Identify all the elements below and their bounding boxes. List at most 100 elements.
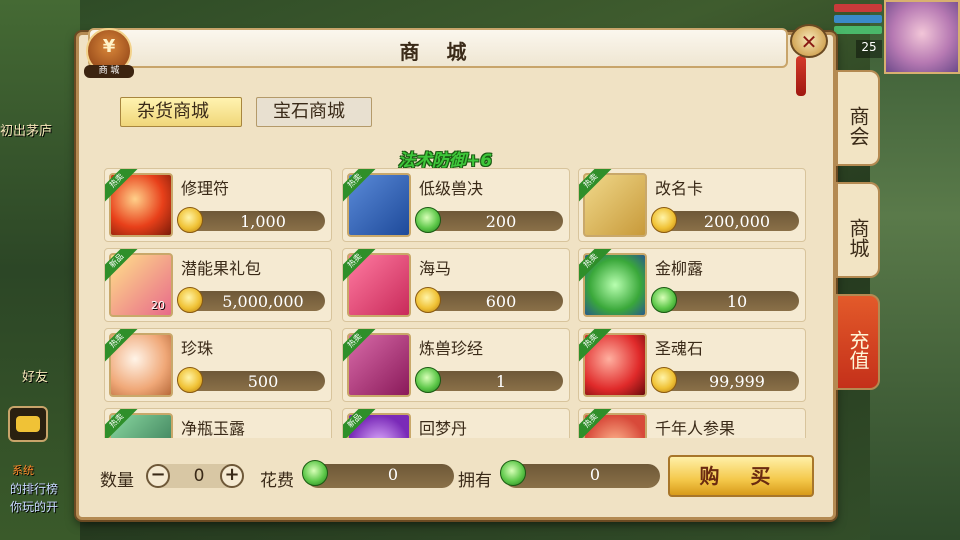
item-name: 珍珠 [181, 339, 214, 358]
yen-bag-icon: ¥ 商 城 [84, 28, 134, 78]
item-price-bar: 1,000 [177, 207, 325, 233]
item-name: 海马 [419, 259, 452, 278]
owned-label: 拥有 [458, 471, 492, 491]
item-tag-badge: 热卖 [343, 169, 377, 203]
item-price-bar: 500 [177, 367, 325, 393]
shop-item[interactable]: 热卖 珍珠 500 [104, 328, 332, 402]
item-name: 修理符 [181, 179, 230, 198]
close-icon: ✕ [800, 30, 818, 54]
item-tag-badge: 热卖 [579, 329, 613, 363]
level-badge: 25 [856, 40, 882, 58]
item-price: 1,000 [240, 212, 286, 231]
item-price-bar: 600 [415, 287, 563, 313]
shop-item[interactable]: 新品 20 潜能果礼包 5,000,000 [104, 248, 332, 322]
item-name: 圣魂石 [655, 339, 704, 358]
item-price-bar: 1 [415, 367, 563, 393]
gold-coin-icon [177, 207, 203, 233]
item-tag-badge: 热卖 [105, 169, 139, 203]
gold-coin-icon [415, 287, 441, 313]
shop-item[interactable]: 热卖 金柳露 10 [578, 248, 806, 322]
item-price: 600 [485, 292, 517, 311]
tab-recharge[interactable]: 充值 [836, 294, 880, 390]
jade-coin-icon [302, 460, 328, 486]
quantity-value[interactable]: 0 [184, 466, 214, 486]
item-tag-badge: 热卖 [579, 409, 613, 438]
item-price-bar: 5,000,000 [177, 287, 325, 313]
system-tag: 系统 [12, 464, 34, 477]
item-tag-badge: 新品 [343, 409, 377, 438]
item-count: 20 [151, 299, 165, 312]
plus-button[interactable]: + [220, 464, 244, 488]
cost-display: 0 [302, 460, 454, 488]
item-tag-badge: 热卖 [579, 249, 613, 283]
close-button[interactable]: ✕ [790, 24, 828, 58]
tab-grocery-shop[interactable]: 杂货商城 [120, 97, 242, 127]
item-price-bar: 10 [651, 287, 799, 313]
chat-line: 的排行榜 [10, 482, 59, 496]
quest-text: 初出茅庐 [0, 124, 53, 139]
cost-label: 花费 [260, 471, 294, 491]
item-tag-badge: 热卖 [579, 169, 613, 203]
item-price: 500 [247, 372, 279, 391]
item-price: 200 [485, 212, 517, 231]
badge-label: 商 城 [84, 65, 134, 78]
item-name: 净瓶玉露 [181, 419, 246, 438]
friends-label[interactable]: 好友 [22, 366, 48, 385]
shop-item[interactable]: 热卖 净瓶玉露 [104, 408, 332, 438]
item-price-bar: 200,000 [651, 207, 799, 233]
owned-value: 0 [589, 465, 601, 484]
jade-coin-icon [500, 460, 526, 486]
item-name: 金柳露 [655, 259, 704, 278]
title-scroll: 商 城 [88, 28, 788, 68]
item-name: 千年人参果 [655, 419, 736, 438]
tab-gem-shop[interactable]: 宝石商城 [256, 97, 372, 127]
jade-coin-icon [415, 207, 441, 233]
item-price-bar: 99,999 [651, 367, 799, 393]
item-price: 99,999 [709, 372, 765, 391]
item-price-bar: 200 [415, 207, 563, 233]
minus-button[interactable]: − [146, 464, 170, 488]
chat-line: 你玩的开 [10, 500, 59, 514]
item-name: 回梦丹 [419, 419, 468, 438]
page-title: 商 城 [399, 40, 477, 64]
item-tag-badge: 新品 [105, 249, 139, 283]
shop-item[interactable]: 新品 回梦丹 [342, 408, 570, 438]
jade-coin-icon [415, 367, 441, 393]
gold-coin-icon [651, 207, 677, 233]
item-name: 低级兽决 [419, 179, 484, 198]
gold-coin-icon [177, 287, 203, 313]
shop-item[interactable]: 热卖 海马 600 [342, 248, 570, 322]
owned-display: 0 [500, 460, 660, 488]
tab-mall[interactable]: 商城 [836, 182, 880, 278]
item-price: 10 [726, 292, 748, 311]
status-bars [834, 4, 882, 37]
item-name: 炼兽珍经 [419, 339, 484, 358]
item-tag-badge: 热卖 [105, 409, 139, 438]
item-grid: 热卖 修理符 1,000 热卖 低级兽决 200 热卖 改名卡 200,000 新品 20 潜能果礼包… [104, 168, 810, 438]
shop-item[interactable]: 热卖 圣魂石 99,999 [578, 328, 806, 402]
buy-button[interactable]: 购 买 [668, 455, 814, 497]
item-price: 200,000 [703, 212, 771, 231]
item-tag-badge: 热卖 [105, 329, 139, 363]
gold-coin-icon [651, 367, 677, 393]
player-avatar[interactable] [884, 0, 960, 74]
shop-item[interactable]: 热卖 低级兽决 200 [342, 168, 570, 242]
shop-item[interactable]: 热卖 修理符 1,000 [104, 168, 332, 242]
cost-value: 0 [387, 465, 399, 484]
shop-item[interactable]: 热卖 炼兽珍经 1 [342, 328, 570, 402]
tab-trade-guild[interactable]: 商会 [836, 70, 880, 166]
shop-item[interactable]: 热卖 千年人参果 [578, 408, 806, 438]
item-tag-badge: 热卖 [343, 329, 377, 363]
item-tag-badge: 热卖 [343, 249, 377, 283]
shop-item[interactable]: 热卖 改名卡 200,000 [578, 168, 806, 242]
chat-icon[interactable] [8, 406, 48, 442]
background-right-scene [870, 0, 960, 540]
background-left-scene [0, 0, 80, 540]
tassel-icon [796, 56, 806, 96]
gold-coin-icon [177, 367, 203, 393]
quantity-label: 数量 [100, 471, 134, 491]
item-name: 潜能果礼包 [181, 259, 262, 278]
item-price: 1 [495, 372, 507, 391]
jade-coin-icon [651, 287, 677, 313]
item-name: 改名卡 [655, 179, 704, 198]
